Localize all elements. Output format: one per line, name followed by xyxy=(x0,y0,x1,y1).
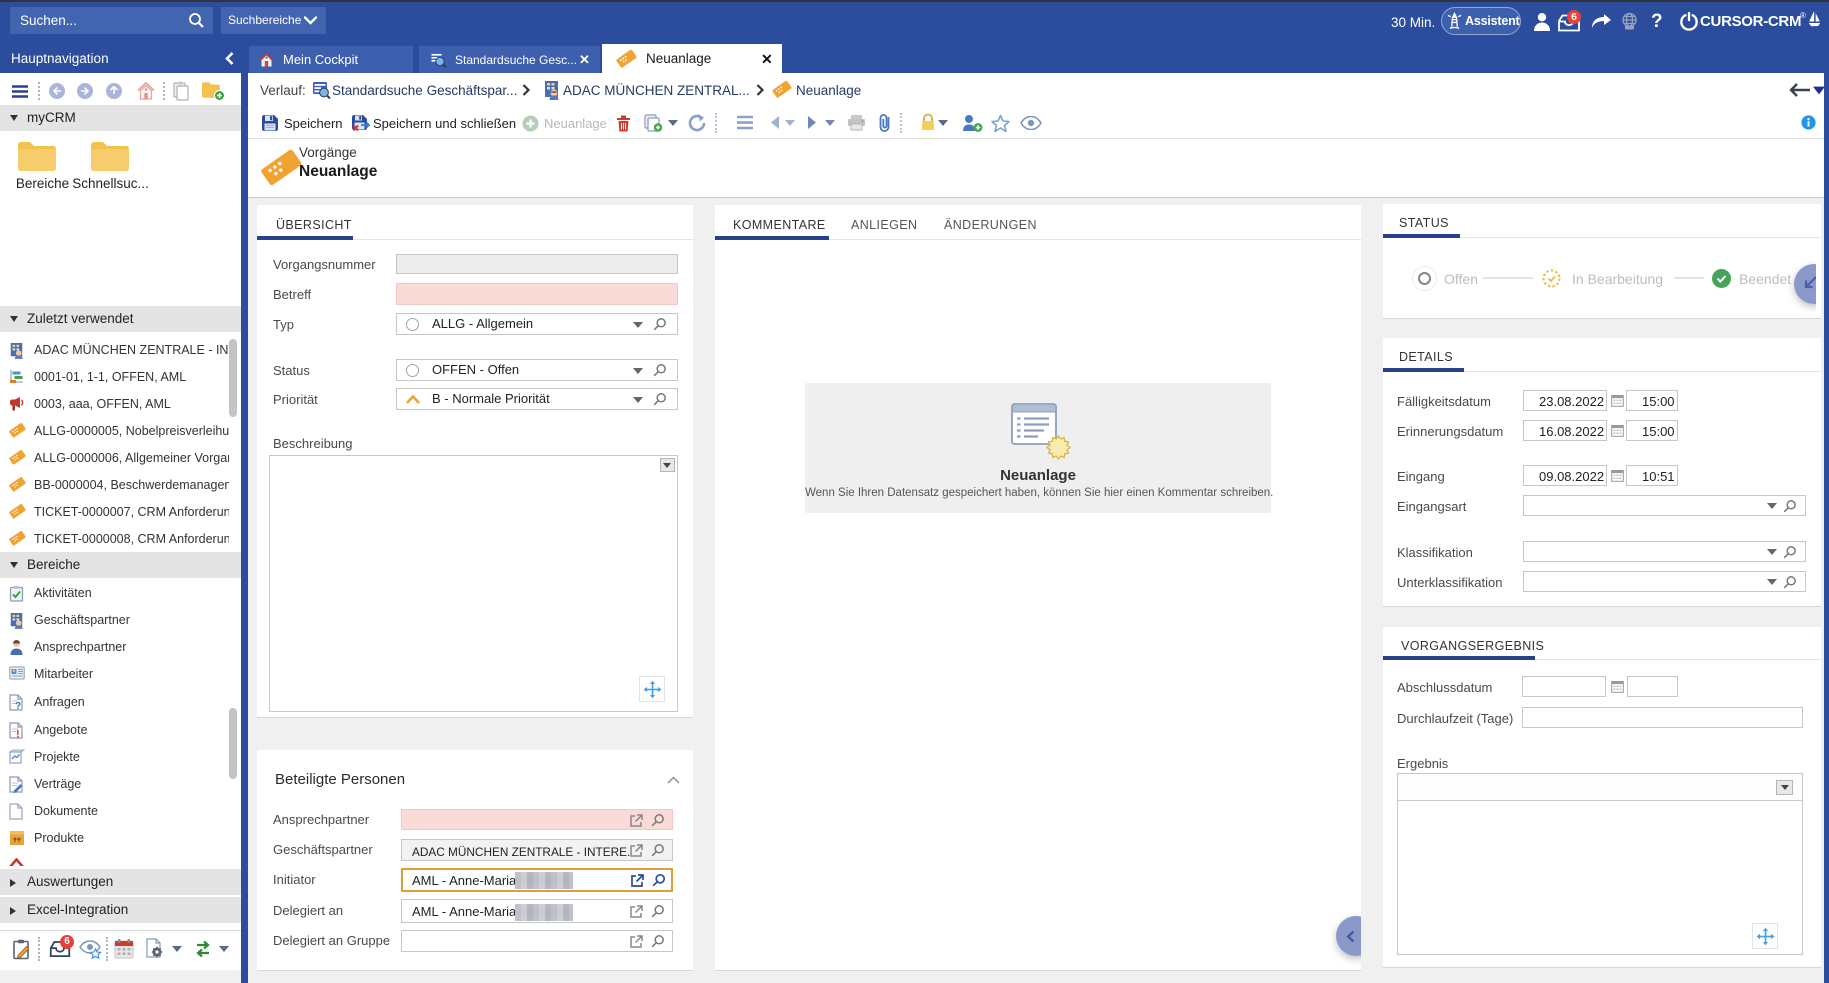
svg-text:!: ! xyxy=(16,729,20,740)
svg-text:?: ? xyxy=(15,701,21,711)
